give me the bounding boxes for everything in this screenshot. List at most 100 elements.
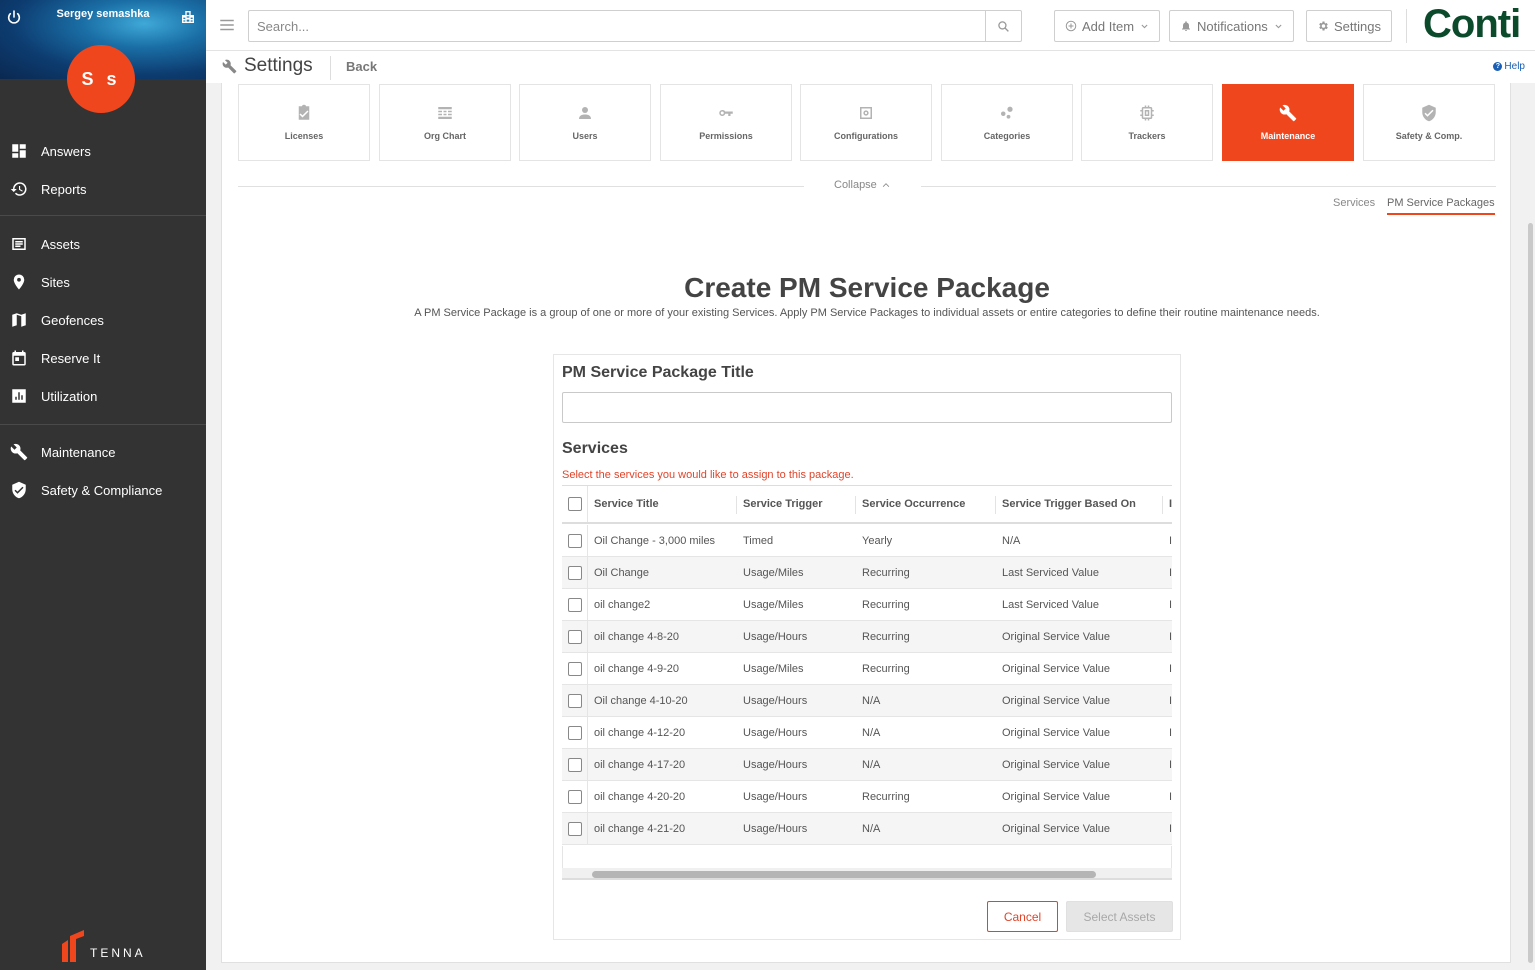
cell-service-occurrence: N/A bbox=[862, 694, 881, 707]
search-button[interactable] bbox=[985, 11, 1021, 41]
tile-safety-comp[interactable]: Safety & Comp. bbox=[1363, 84, 1495, 161]
row-checkbox[interactable] bbox=[567, 725, 582, 740]
sidebar-item-label: Safety & Compliance bbox=[41, 482, 163, 498]
row-checkbox-cell bbox=[562, 813, 588, 844]
settings-button[interactable]: Settings bbox=[1306, 10, 1392, 42]
cell-service-title: oil change 4-8-20 bbox=[594, 630, 680, 643]
row-checkbox[interactable] bbox=[567, 565, 582, 580]
row-checkbox[interactable] bbox=[567, 693, 582, 708]
avatar[interactable]: S s bbox=[67, 45, 135, 113]
sidebar-item-geofences[interactable]: Geofences bbox=[0, 301, 206, 339]
cell-service-occurrence: N/A bbox=[862, 726, 881, 739]
column-header-trigger-based-on[interactable]: Service Trigger Based On bbox=[995, 486, 1136, 522]
sidebar-item-answers[interactable]: Answers bbox=[0, 132, 206, 170]
row-checkbox-cell bbox=[562, 525, 588, 556]
table-row[interactable]: oil change2 Usage/Miles Recurring Last Serv… bbox=[562, 589, 1172, 621]
plus-circle-icon bbox=[1065, 20, 1077, 32]
column-header-service-occurrence[interactable]: Service Occurrence bbox=[854, 486, 965, 522]
tab-pm-service-packages[interactable]: PM Service Packages bbox=[1387, 197, 1495, 215]
cell-trigger-based-on: Original Service Value bbox=[1002, 726, 1111, 739]
cell-truncated: I bbox=[1169, 822, 1172, 835]
horizontal-scrollbar[interactable] bbox=[562, 868, 1172, 880]
tile-licenses[interactable]: Licenses bbox=[238, 84, 370, 161]
cell-service-occurrence: Recurring bbox=[862, 630, 910, 643]
settings-panel: Licenses Org Chart Users Permissions Con… bbox=[221, 83, 1511, 963]
cell-truncated: I bbox=[1169, 534, 1172, 547]
row-checkbox-cell bbox=[562, 717, 588, 748]
cell-truncated: I bbox=[1169, 630, 1172, 643]
search-icon bbox=[998, 20, 1009, 32]
cell-service-trigger: Usage/Hours bbox=[743, 630, 808, 643]
sidebar-item-assets[interactable]: Assets bbox=[0, 225, 206, 263]
tile-users[interactable]: Users bbox=[519, 84, 651, 161]
back-link[interactable]: Back bbox=[346, 59, 377, 74]
sidebar-item-maintenance[interactable]: Maintenance bbox=[0, 433, 206, 471]
table-row[interactable]: oil change 4-12-20 Usage/Hours N/A Original… bbox=[562, 717, 1172, 749]
tile-configurations[interactable]: Configurations bbox=[800, 84, 932, 161]
table-row[interactable]: oil change 4-8-20 Usage/Hours Recurring Ori… bbox=[562, 621, 1172, 653]
help-link[interactable]: ? Help bbox=[1493, 61, 1525, 72]
horizontal-scrollbar-thumb[interactable] bbox=[592, 871, 1096, 878]
collapse-toggle[interactable]: Collapse bbox=[804, 179, 921, 191]
row-checkbox[interactable] bbox=[567, 629, 582, 644]
row-checkbox[interactable] bbox=[567, 597, 582, 612]
table-row[interactable]: oil change 4-17-20 Usage/Hours N/A Original… bbox=[562, 749, 1172, 781]
sidebar-item-utilization[interactable]: Utilization bbox=[0, 377, 206, 415]
table-row[interactable]: oil change 4-21-20 Usage/Hours N/A Original… bbox=[562, 813, 1172, 845]
package-form: PM Service Package Title Services Select… bbox=[553, 354, 1181, 940]
tile-trackers[interactable]: Trackers bbox=[1081, 84, 1213, 161]
vertical-scrollbar[interactable] bbox=[1526, 83, 1535, 970]
row-checkbox[interactable] bbox=[567, 533, 582, 548]
sidebar-item-sites[interactable]: Sites bbox=[0, 263, 206, 301]
create-package-description: A PM Service Package is a group of one o… bbox=[414, 307, 1320, 319]
tile-label: Categories bbox=[983, 131, 1031, 141]
tile-categories[interactable]: Categories bbox=[941, 84, 1073, 161]
row-checkbox[interactable] bbox=[567, 661, 582, 676]
select-assets-button[interactable]: Select Assets bbox=[1066, 901, 1173, 932]
help-label: Help bbox=[1504, 61, 1525, 72]
sidebar-item-reserve-it[interactable]: Reserve It bbox=[0, 339, 206, 377]
tab-services[interactable]: Services bbox=[1333, 197, 1375, 209]
row-checkbox[interactable] bbox=[567, 789, 582, 804]
cell-service-trigger: Usage/Miles bbox=[743, 598, 804, 611]
table-header-row: Service Title Service Trigger Service Oc… bbox=[562, 486, 1172, 524]
tile-permissions[interactable]: Permissions bbox=[660, 84, 792, 161]
vertical-scrollbar-thumb[interactable] bbox=[1528, 223, 1533, 963]
sidebar-item-label: Sites bbox=[41, 274, 70, 290]
sidebar-item-reports[interactable]: Reports bbox=[0, 170, 206, 208]
row-checkbox[interactable] bbox=[567, 757, 582, 772]
column-header-service-title[interactable]: Service Title bbox=[594, 486, 659, 522]
table-row[interactable]: oil change 4-9-20 Usage/Miles Recurring Ori… bbox=[562, 653, 1172, 685]
organization-icon[interactable] bbox=[180, 9, 196, 25]
cell-service-title: Oil Change - 3,000 miles bbox=[594, 534, 716, 547]
select-all-checkbox[interactable] bbox=[567, 497, 582, 511]
cell-service-trigger: Usage/Hours bbox=[743, 694, 808, 707]
column-header-service-trigger[interactable]: Service Trigger bbox=[736, 486, 823, 522]
bell-icon bbox=[1182, 21, 1190, 31]
sidebar-item-safety-compliance[interactable]: Safety & Compliance bbox=[0, 471, 206, 509]
table-row[interactable]: Oil Change - 3,000 miles Timed Yearly N/A I bbox=[562, 525, 1172, 557]
cell-truncated: I bbox=[1169, 694, 1172, 707]
cell-trigger-based-on: Original Service Value bbox=[1002, 662, 1111, 675]
services-hint: Select the services you would like to as… bbox=[562, 469, 854, 481]
table-row[interactable]: Oil Change Usage/Miles Recurring Last Servi… bbox=[562, 557, 1172, 589]
list-icon bbox=[12, 238, 26, 250]
sidebar-item-label: Reserve It bbox=[41, 350, 101, 366]
cell-service-trigger: Usage/Miles bbox=[743, 662, 804, 675]
add-item-button[interactable]: Add Item bbox=[1054, 10, 1161, 42]
table-row[interactable]: oil change 4-20-20 Usage/Hours Recurring Or… bbox=[562, 781, 1172, 813]
cell-service-trigger: Timed bbox=[743, 534, 774, 547]
row-checkbox[interactable] bbox=[567, 821, 582, 836]
hamburger-menu-icon[interactable] bbox=[218, 16, 236, 34]
search-input[interactable] bbox=[249, 11, 986, 41]
cancel-button[interactable]: Cancel bbox=[987, 901, 1058, 932]
chevron-down-icon bbox=[1275, 24, 1282, 28]
notifications-button[interactable]: Notifications bbox=[1169, 10, 1294, 42]
tile-org-chart[interactable]: Org Chart bbox=[379, 84, 511, 161]
package-title-input[interactable] bbox=[562, 392, 1172, 423]
wrench-icon bbox=[222, 59, 237, 74]
tile-maintenance[interactable]: Maintenance bbox=[1222, 84, 1354, 161]
cell-service-occurrence: Recurring bbox=[862, 790, 910, 803]
top-bar: Add Item Notifications Settings Conti bbox=[206, 0, 1535, 51]
table-row[interactable]: Oil change 4-10-20 Usage/Hours N/A Original… bbox=[562, 685, 1172, 717]
